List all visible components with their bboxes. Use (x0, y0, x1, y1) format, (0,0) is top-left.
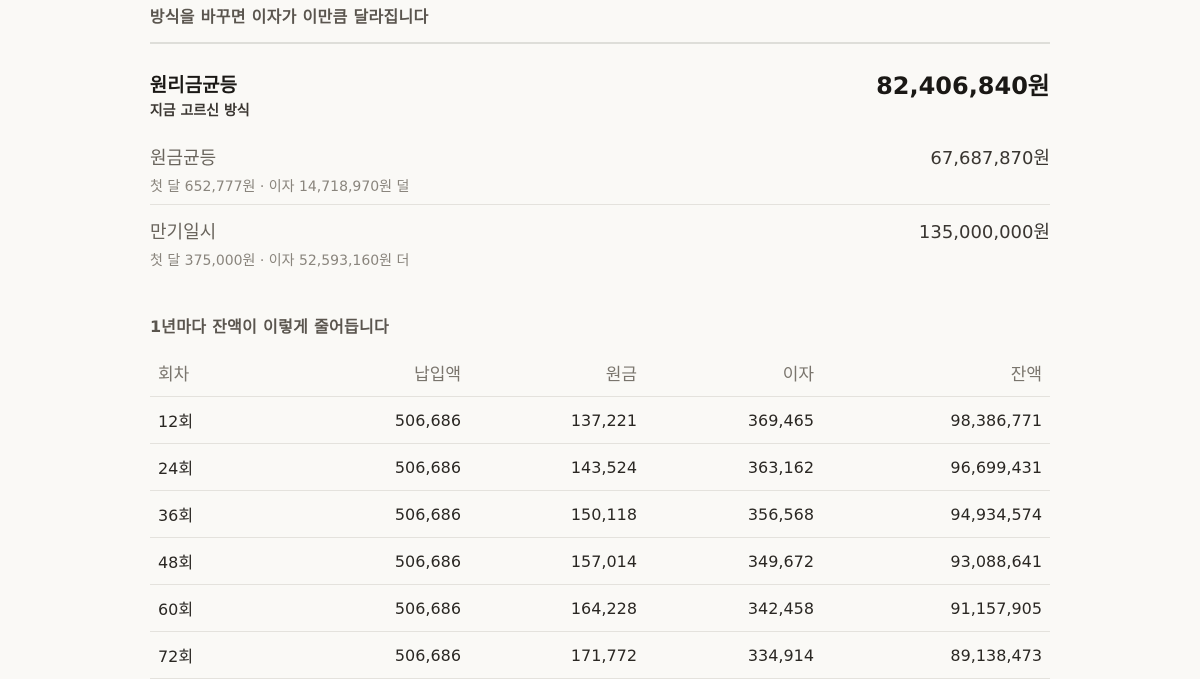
method-total-amount: 135,000,000원 (918, 222, 1050, 243)
column-header-installment: 회차 (150, 348, 270, 397)
method-name: 원리금균등 (150, 74, 238, 96)
cell-balance: 89,138,473 (822, 631, 1050, 679)
cell-interest: 334,914 (645, 631, 822, 679)
cell-interest: 369,465 (645, 396, 822, 444)
cell-interest: 356,568 (645, 490, 822, 538)
method-name: 만기일시 (150, 222, 217, 243)
cell-principal: 150,118 (469, 490, 645, 538)
method-detail: 첫 달 652,777원 · 이자 14,718,970원 덜 (150, 179, 410, 195)
table-row: 24회 506,686 143,524 363,162 96,699,431 (150, 443, 1050, 491)
column-header-balance: 잔액 (822, 348, 1050, 397)
cell-installment: 72회 (150, 631, 270, 679)
method-row-current: 원리금균등 지금 고르신 방식 82,406,840원 (150, 64, 1050, 124)
cell-principal: 171,772 (469, 631, 645, 679)
cell-installment: 48회 (150, 537, 270, 585)
table-row: 36회 506,686 150,118 356,568 94,934,574 (150, 490, 1050, 538)
schedule-heading: 1년마다 잔액이 이렇게 줄어듭니다 (150, 317, 390, 336)
table-header-row: 회차 납입액 원금 이자 잔액 (150, 348, 1050, 397)
cell-balance: 98,386,771 (822, 396, 1050, 444)
cell-payment: 506,686 (270, 443, 469, 491)
cell-installment: 12회 (150, 396, 270, 444)
cell-interest: 363,162 (645, 443, 822, 491)
cell-balance: 93,088,641 (822, 537, 1050, 585)
table-row: 60회 506,686 164,228 342,458 91,157,905 (150, 584, 1050, 632)
cell-payment: 506,686 (270, 396, 469, 444)
cell-payment: 506,686 (270, 584, 469, 632)
cell-payment: 506,686 (270, 490, 469, 538)
method-detail: 첫 달 375,000원 · 이자 52,593,160원 더 (150, 253, 410, 269)
cell-principal: 164,228 (469, 584, 645, 632)
cell-payment: 506,686 (270, 631, 469, 679)
method-current-label: 지금 고르신 방식 (150, 103, 250, 119)
cell-balance: 96,699,431 (822, 443, 1050, 491)
table-row: 48회 506,686 157,014 349,672 93,088,641 (150, 537, 1050, 585)
method-name: 원금균등 (150, 148, 217, 169)
cell-balance: 91,157,905 (822, 584, 1050, 632)
method-total-amount: 67,687,870원 (930, 148, 1050, 169)
section-divider (150, 42, 1050, 44)
cell-principal: 137,221 (469, 396, 645, 444)
method-row-bullet[interactable]: 만기일시 첫 달 375,000원 · 이자 52,593,160원 더 135… (150, 214, 1050, 278)
column-header-principal: 원금 (469, 348, 645, 397)
cell-installment: 60회 (150, 584, 270, 632)
table-row: 12회 506,686 137,221 369,465 98,386,771 (150, 396, 1050, 444)
table-row: 72회 506,686 171,772 334,914 89,138,473 (150, 631, 1050, 679)
comparison-heading: 방식을 바꾸면 이자가 이만큼 달라집니다 (150, 7, 429, 26)
column-header-payment: 납입액 (270, 348, 469, 397)
cell-interest: 342,458 (645, 584, 822, 632)
method-total-amount: 82,406,840원 (876, 72, 1050, 100)
column-header-interest: 이자 (645, 348, 822, 397)
cell-installment: 36회 (150, 490, 270, 538)
repayment-schedule-table: 회차 납입액 원금 이자 잔액 12회 506,686 137,221 369,… (150, 348, 1050, 679)
cell-installment: 24회 (150, 443, 270, 491)
row-divider (150, 204, 1050, 205)
cell-principal: 143,524 (469, 443, 645, 491)
cell-interest: 349,672 (645, 537, 822, 585)
cell-balance: 94,934,574 (822, 490, 1050, 538)
method-row-equal-principal[interactable]: 원금균등 첫 달 652,777원 · 이자 14,718,970원 덜 67,… (150, 140, 1050, 204)
cell-principal: 157,014 (469, 537, 645, 585)
cell-payment: 506,686 (270, 537, 469, 585)
